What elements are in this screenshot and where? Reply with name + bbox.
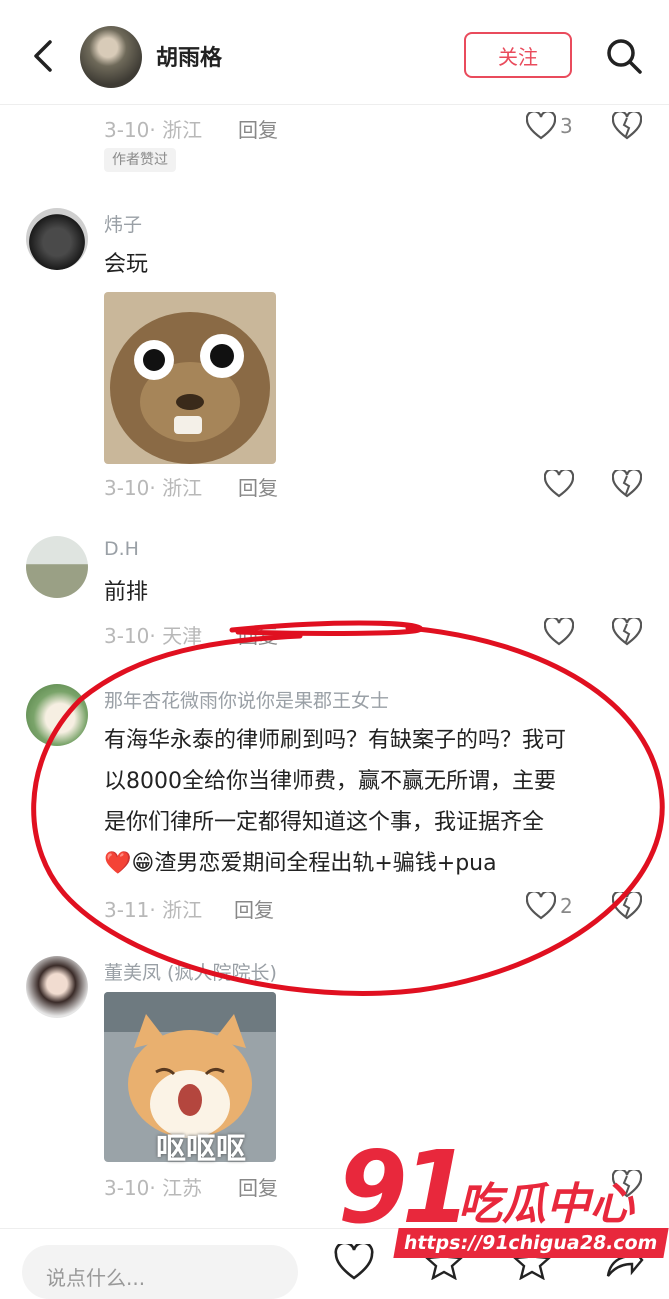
- like-count: 3: [560, 114, 573, 138]
- comment-date-location: 3-11· 浙江: [104, 898, 203, 922]
- heart-icon[interactable]: [544, 470, 574, 498]
- avatar[interactable]: [26, 684, 88, 746]
- dislike-icon[interactable]: [612, 618, 642, 646]
- avatar[interactable]: [26, 208, 88, 270]
- sticker-caption: 呕呕呕: [156, 1132, 246, 1167]
- comment-username[interactable]: 董美凤 (疯人院院长): [104, 958, 277, 985]
- like-post-icon[interactable]: [334, 1244, 374, 1280]
- comment-text-line: 是你们律所一定都得知道这个事，我证据齐全: [104, 810, 545, 835]
- dislike-icon[interactable]: [612, 470, 642, 498]
- watermark-url: https://91chigua28.com: [393, 1228, 669, 1258]
- back-icon[interactable]: [26, 36, 62, 76]
- reply-button[interactable]: 回复: [234, 894, 274, 923]
- avatar[interactable]: [26, 956, 88, 1018]
- comment-date-location: 3-10· 江苏: [104, 1176, 203, 1200]
- comment-text: 会玩: [104, 252, 149, 277]
- author-name[interactable]: 胡雨格: [156, 40, 222, 72]
- comment-username[interactable]: 那年杏花微雨你说你是果郡王女士: [104, 686, 389, 713]
- comment-text-line-emoji: ❤️😁渣男恋爱期间全程出轨+骗钱+pua: [104, 843, 497, 884]
- comment-text-line: 渣男恋爱期间全程出轨+骗钱+pua: [154, 851, 497, 876]
- heart-icon[interactable]: [526, 112, 556, 140]
- avatar[interactable]: [26, 536, 88, 598]
- dislike-icon[interactable]: [612, 112, 642, 140]
- dislike-icon[interactable]: [612, 892, 642, 920]
- reply-button[interactable]: 回复: [238, 114, 278, 143]
- comment-username[interactable]: 炜子: [104, 210, 142, 237]
- like-count: 2: [560, 894, 573, 918]
- reply-button[interactable]: 回复: [238, 1172, 278, 1201]
- watermark-name: 吃瓜中心: [458, 1179, 634, 1230]
- heart-emoji: ❤️: [104, 851, 132, 876]
- author-liked-badge: 作者赞过: [104, 148, 176, 172]
- comment-text-line: 有海华永泰的律师刷到吗？有缺案子的吗？我可: [104, 728, 567, 753]
- reply-button[interactable]: 回复: [238, 620, 278, 649]
- heart-icon[interactable]: [544, 618, 574, 646]
- comment-text: 前排: [104, 580, 149, 605]
- author-avatar[interactable]: [80, 26, 142, 88]
- comment-input-placeholder: 说点什么...: [46, 1266, 146, 1290]
- watermark-logo: 91: [338, 1129, 471, 1246]
- comment-date-location: 3-10· 浙江: [104, 118, 203, 142]
- heart-icon[interactable]: [526, 892, 556, 920]
- comment-username[interactable]: D.H: [104, 538, 139, 560]
- grin-emoji: 😁: [131, 851, 155, 876]
- cat-sticker-image[interactable]: [104, 292, 276, 464]
- comment-date-location: 3-10· 天津: [104, 624, 203, 648]
- follow-button[interactable]: 关注: [464, 32, 572, 78]
- comment-date-location: 3-10· 浙江: [104, 476, 203, 500]
- reply-button[interactable]: 回复: [238, 472, 278, 501]
- comment-text-line: 以8000全给你当律师费，赢不赢无所谓，主要: [104, 769, 556, 794]
- search-icon[interactable]: [604, 36, 644, 76]
